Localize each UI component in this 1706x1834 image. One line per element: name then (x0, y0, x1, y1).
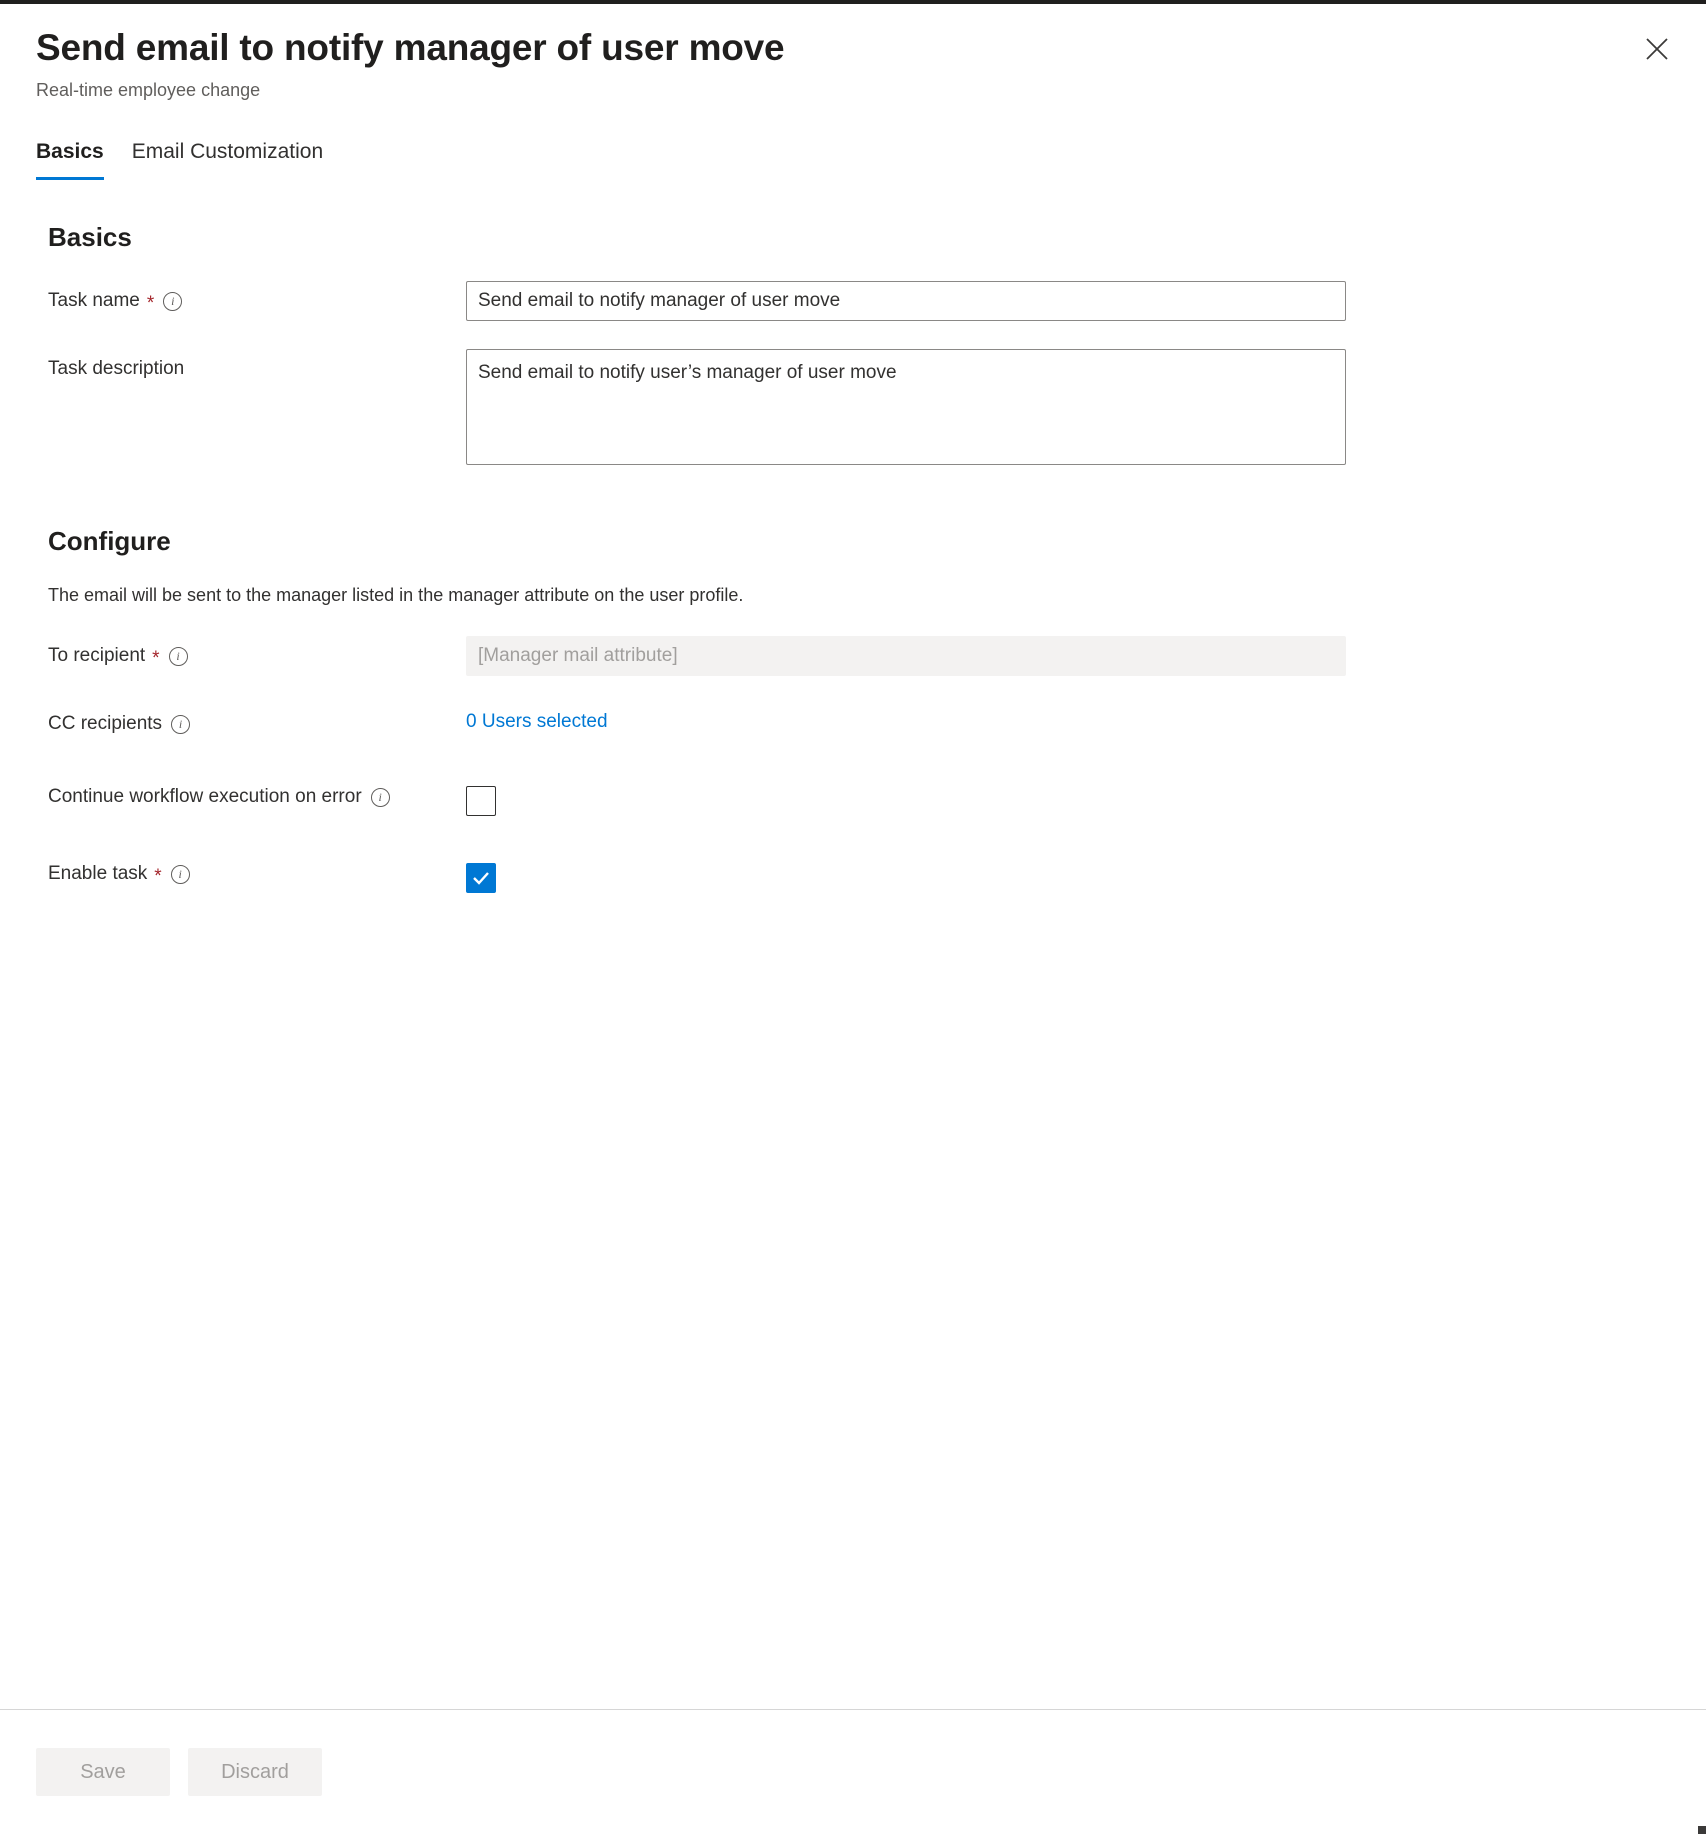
tab-email-customization[interactable]: Email Customization (118, 136, 337, 180)
task-description-field-area (466, 349, 1670, 470)
task-description-label-text: Task description (48, 357, 184, 382)
continue-on-error-label-text: Continue workflow execution on error (48, 785, 362, 810)
to-recipient-label-text: To recipient (48, 644, 145, 669)
tab-basics[interactable]: Basics (22, 136, 118, 180)
task-detail-panel: Send email to notify manager of user mov… (0, 4, 1706, 1834)
cc-recipients-users-selected-link[interactable]: 0 Users selected (466, 704, 608, 733)
resize-corner (1698, 1826, 1706, 1834)
panel-content: Basics Task name * i Task description Co… (0, 222, 1706, 893)
enable-task-field-area (466, 859, 1670, 893)
continue-on-error-checkbox[interactable] (466, 786, 496, 816)
tab-basics-label: Basics (36, 140, 104, 163)
basics-section-heading: Basics (48, 222, 1670, 253)
info-icon[interactable]: i (171, 715, 190, 734)
task-description-textarea[interactable] (466, 349, 1346, 465)
to-recipient-field-area (466, 636, 1670, 676)
field-row-cc-recipients: CC recipients i 0 Users selected (36, 704, 1670, 744)
configure-helper-text: The email will be sent to the manager li… (48, 583, 1670, 608)
close-button[interactable] (1634, 26, 1680, 72)
to-recipient-label: To recipient * i (36, 636, 466, 676)
required-indicator: * (152, 649, 159, 668)
page-title: Send email to notify manager of user mov… (36, 26, 1670, 70)
field-row-task-description: Task description (36, 349, 1670, 470)
enable-task-checkbox[interactable] (466, 863, 496, 893)
continue-on-error-label: Continue workflow execution on error i (36, 782, 466, 812)
required-indicator: * (147, 294, 154, 313)
task-name-label-text: Task name (48, 289, 140, 314)
cc-recipients-field-area: 0 Users selected (466, 704, 1670, 733)
page-subtitle: Real-time employee change (36, 79, 1670, 102)
field-row-task-name: Task name * i (36, 281, 1670, 321)
configure-section-heading: Configure (48, 526, 1670, 557)
continue-on-error-field-area (466, 782, 1670, 821)
field-row-enable-task: Enable task * i (36, 859, 1670, 893)
task-name-label: Task name * i (36, 281, 466, 321)
info-icon[interactable]: i (171, 865, 190, 884)
panel-footer: Save Discard (0, 1709, 1706, 1834)
discard-button[interactable]: Discard (188, 1748, 322, 1796)
task-name-input[interactable] (466, 281, 1346, 321)
field-row-to-recipient: To recipient * i (36, 636, 1670, 676)
task-description-label: Task description (36, 349, 466, 389)
task-name-field-area (466, 281, 1670, 321)
required-indicator: * (154, 867, 161, 886)
info-icon[interactable]: i (163, 292, 182, 311)
info-icon[interactable]: i (371, 788, 390, 807)
cc-recipients-label-text: CC recipients (48, 712, 162, 737)
tab-bar: Basics Email Customization (0, 136, 1706, 180)
field-row-continue-on-error: Continue workflow execution on error i (36, 782, 1670, 821)
info-icon[interactable]: i (169, 647, 188, 666)
close-icon (1644, 36, 1670, 62)
panel-header: Send email to notify manager of user mov… (0, 4, 1706, 102)
enable-task-label: Enable task * i (36, 859, 466, 889)
enable-task-label-text: Enable task (48, 862, 147, 887)
save-button[interactable]: Save (36, 1748, 170, 1796)
cc-recipients-label: CC recipients i (36, 704, 466, 744)
to-recipient-input (466, 636, 1346, 676)
tab-email-customization-label: Email Customization (132, 140, 323, 163)
